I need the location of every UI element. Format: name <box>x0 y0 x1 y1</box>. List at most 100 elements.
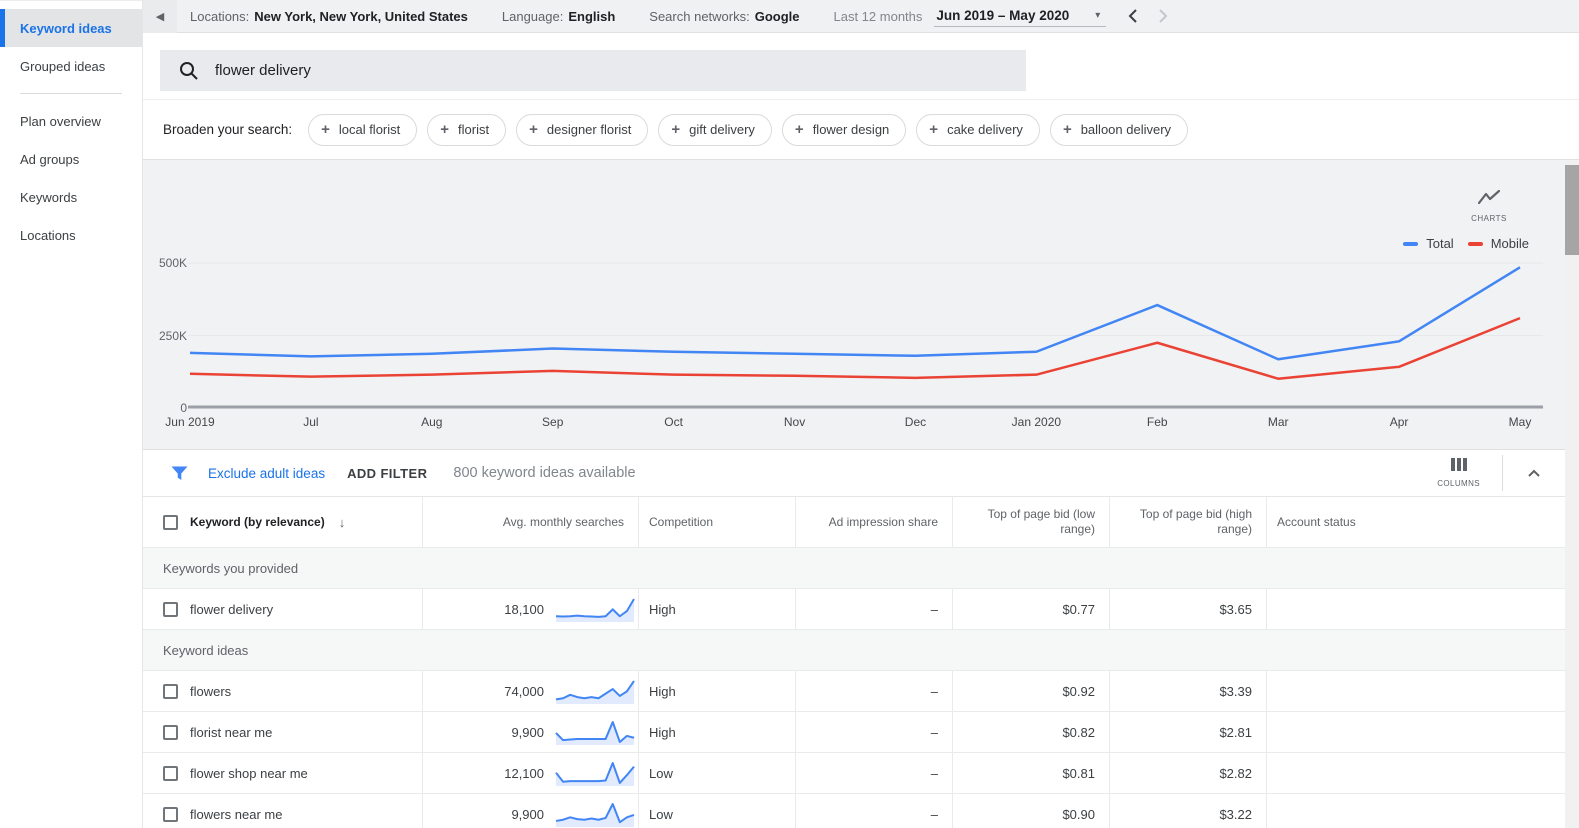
header-top-of-page-bid-low[interactable]: Top of page bid (low range) <box>952 497 1109 547</box>
collapse-table-button[interactable] <box>1525 467 1543 479</box>
y-axis-tick: 0 <box>157 401 187 415</box>
charts-toggle-button[interactable]: CHARTS <box>1466 190 1512 223</box>
header-ad-impression-share[interactable]: Ad impression share <box>795 497 952 547</box>
header-keyword[interactable]: Keyword (by relevance) ↓ <box>143 497 422 547</box>
x-axis-tick: Jul <box>303 415 318 429</box>
chip-balloon-delivery[interactable]: + balloon delivery <box>1050 114 1188 146</box>
sidebar-divider <box>20 93 122 94</box>
broaden-search-label: Broaden your search: <box>163 122 292 137</box>
chip-florist[interactable]: + florist <box>427 114 506 146</box>
keyword-ideas-count: 800 keyword ideas available <box>453 465 635 481</box>
row-checkbox[interactable] <box>163 766 178 781</box>
settings-topbar: ◀ Locations: New York, New York, United … <box>143 0 1579 33</box>
avg-searches-value: 12,100 <box>504 766 544 781</box>
bid-low-value: $0.90 <box>1062 807 1095 822</box>
keyword-search-box[interactable] <box>160 50 1026 91</box>
legend-item-mobile[interactable]: Mobile <box>1468 236 1529 251</box>
ad-impression-share-value: – <box>931 807 938 822</box>
chip-label: florist <box>458 122 489 137</box>
x-axis-tick: Mar <box>1268 415 1289 429</box>
sidebar-item-grouped-ideas[interactable]: Grouped ideas <box>0 47 142 85</box>
search-input[interactable] <box>215 62 975 79</box>
chip-label: flower design <box>813 122 890 137</box>
previous-period-button[interactable] <box>1128 9 1138 23</box>
filter-bar: Exclude adult ideas ADD FILTER 800 keywo… <box>143 450 1565 497</box>
total-series-swatch <box>1403 242 1418 246</box>
search-row <box>143 33 1579 100</box>
header-label: Avg. monthly searches <box>503 515 624 529</box>
ad-impression-share-value: – <box>931 684 938 699</box>
header-avg-monthly-searches[interactable]: Avg. monthly searches <box>422 497 638 547</box>
search-networks-setting[interactable]: Search networks: Google <box>649 9 799 24</box>
x-axis-tick: Nov <box>784 415 805 429</box>
header-account-status[interactable]: Account status <box>1266 497 1565 547</box>
chip-designer-florist[interactable]: + designer florist <box>516 114 648 146</box>
back-arrow-icon: ◀ <box>156 10 164 23</box>
ad-impression-share-value: – <box>931 725 938 740</box>
sparkline-chart <box>554 675 636 707</box>
sidebar-item-keyword-ideas[interactable]: Keyword ideas <box>0 9 142 47</box>
plus-icon: + <box>529 121 538 138</box>
sidebar-item-keywords[interactable]: Keywords <box>0 178 142 216</box>
collapse-panel-button[interactable]: ◀ <box>143 0 177 33</box>
keyword-cell: flower shop near me <box>190 766 308 781</box>
locations-setting[interactable]: Locations: New York, New York, United St… <box>190 9 468 24</box>
row-checkbox[interactable] <box>163 807 178 822</box>
keyword-cell: flowers near me <box>190 807 282 822</box>
table-row: florist near me 9,900 High – $0.82 $2.81 <box>143 712 1565 753</box>
sort-descending-icon: ↓ <box>339 515 346 530</box>
charts-button-label: CHARTS <box>1466 214 1512 223</box>
sidebar-item-ad-groups[interactable]: Ad groups <box>0 140 142 178</box>
next-period-button[interactable] <box>1158 9 1168 23</box>
row-checkbox[interactable] <box>163 602 178 617</box>
date-range-dropdown[interactable]: Jun 2019 – May 2020 ▾ <box>934 6 1106 27</box>
vertical-scrollbar[interactable] <box>1565 160 1579 828</box>
bid-high-value: $2.81 <box>1219 725 1252 740</box>
scrollbar-thumb[interactable] <box>1565 165 1579 255</box>
chip-gift-delivery[interactable]: + gift delivery <box>658 114 772 146</box>
chip-flower-design[interactable]: + flower design <box>782 114 906 146</box>
chevron-right-icon <box>1158 9 1168 23</box>
filter-funnel-icon <box>171 466 188 481</box>
sidebar-item-locations[interactable]: Locations <box>0 216 142 254</box>
sparkline-chart <box>554 798 636 828</box>
language-setting[interactable]: Language: English <box>502 9 615 24</box>
bid-low-value: $0.82 <box>1062 725 1095 740</box>
select-all-checkbox[interactable] <box>163 515 178 530</box>
bid-low-value: $0.92 <box>1062 684 1095 699</box>
header-label: Top of page bid (low range) <box>953 507 1095 537</box>
plus-icon: + <box>440 121 449 138</box>
sparkline-chart <box>554 757 636 789</box>
sparkline-chart <box>554 716 636 748</box>
keyword-cell: flower delivery <box>190 602 273 617</box>
trend-chart-svg <box>143 160 1565 450</box>
columns-button[interactable]: COLUMNS <box>1437 458 1480 488</box>
plus-icon: + <box>1063 121 1072 138</box>
plus-icon: + <box>929 121 938 138</box>
sidebar-item-plan-overview[interactable]: Plan overview <box>0 102 142 140</box>
legend-item-total[interactable]: Total <box>1403 236 1453 251</box>
exclude-adult-ideas-link[interactable]: Exclude adult ideas <box>208 466 325 481</box>
x-axis-tick: Apr <box>1390 415 1409 429</box>
plus-icon: + <box>671 121 680 138</box>
section-label: Keyword ideas <box>163 643 248 658</box>
competition-value: High <box>649 684 676 699</box>
row-checkbox[interactable] <box>163 684 178 699</box>
x-axis-tick: May <box>1509 415 1532 429</box>
x-axis-tick: Dec <box>905 415 926 429</box>
mobile-series-swatch <box>1468 242 1483 246</box>
chevron-left-icon <box>1128 9 1138 23</box>
chip-local-florist[interactable]: + local florist <box>308 114 417 146</box>
header-top-of-page-bid-high[interactable]: Top of page bid (high range) <box>1109 497 1266 547</box>
chip-cake-delivery[interactable]: + cake delivery <box>916 114 1040 146</box>
add-filter-button[interactable]: ADD FILTER <box>347 466 427 481</box>
table-row: flower delivery 18,100 High – $0.77 $3.6… <box>143 589 1565 630</box>
row-checkbox[interactable] <box>163 725 178 740</box>
x-axis-tick: Sep <box>542 415 563 429</box>
header-competition[interactable]: Competition <box>638 497 795 547</box>
bid-low-value: $0.77 <box>1062 602 1095 617</box>
section-keyword-ideas: Keyword ideas <box>143 630 1565 671</box>
language-label: Language: <box>502 9 563 24</box>
avg-searches-value: 9,900 <box>511 807 544 822</box>
date-range-value: Jun 2019 – May 2020 <box>936 8 1069 23</box>
